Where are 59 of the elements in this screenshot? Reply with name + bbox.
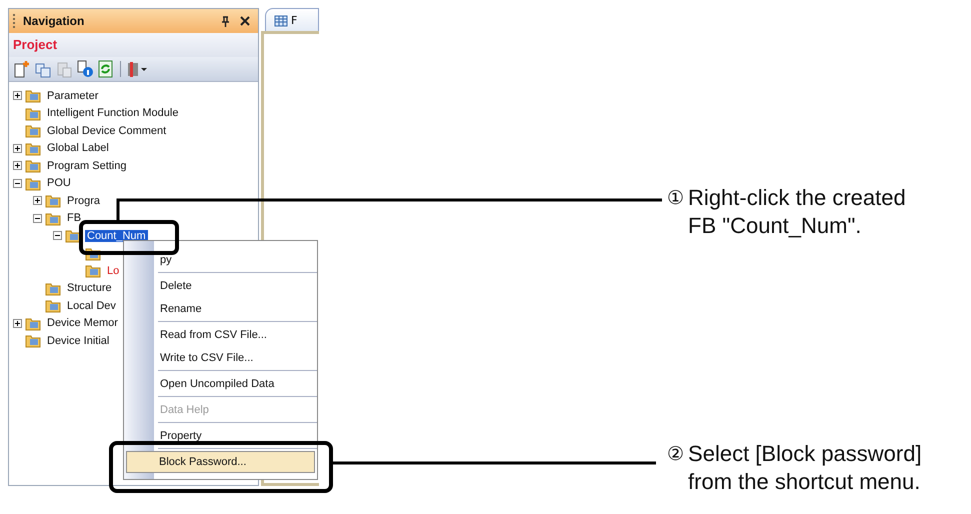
folder-icon: [45, 193, 61, 208]
tree-item[interactable]: Global Label: [45, 142, 111, 154]
section-title: Project: [9, 33, 258, 57]
menu-item[interactable]: Property: [158, 425, 317, 449]
document-tab[interactable]: F: [265, 8, 319, 31]
tree-item[interactable]: Progra: [65, 194, 102, 207]
table-icon: [274, 13, 288, 27]
tree-item[interactable]: Device Memor: [45, 317, 120, 330]
tree-item[interactable]: FB: [65, 212, 84, 224]
tree-item[interactable]: Local Dev: [65, 300, 118, 312]
folder-icon: [45, 298, 61, 314]
menu-item[interactable]: Write to CSV File...: [158, 347, 317, 371]
folder-icon: [25, 123, 41, 138]
folder-icon: [25, 176, 41, 191]
expand-icon[interactable]: [33, 196, 42, 206]
menu-item[interactable]: Block Password...: [126, 451, 315, 473]
expand-icon[interactable]: [13, 144, 22, 153]
menu-item[interactable]: Rename: [158, 298, 317, 322]
folder-icon: [85, 263, 101, 278]
close-icon[interactable]: [240, 16, 250, 26]
document-info-icon[interactable]: [76, 60, 94, 78]
folder-icon: [25, 316, 41, 331]
menu-item[interactable]: Open Uncompiled Data: [158, 373, 317, 397]
callout-text: Right-click the created FB "Count_Num".: [688, 184, 906, 240]
folder-icon: [25, 158, 41, 174]
tree-item[interactable]: Structure: [65, 282, 114, 294]
tree-item[interactable]: Program Setting: [45, 160, 128, 172]
collapse-icon[interactable]: [13, 178, 22, 188]
grip-icon: [13, 14, 17, 28]
tree-item[interactable]: Global Device Comment: [45, 124, 168, 137]
expand-icon[interactable]: [13, 161, 22, 170]
pin-icon[interactable]: [221, 16, 230, 26]
tree-item[interactable]: Intelligent Function Module: [45, 107, 180, 120]
refresh-icon[interactable]: [97, 60, 115, 78]
tools-dropdown-icon[interactable]: [126, 60, 148, 78]
folder-icon: [45, 280, 61, 296]
menu-item[interactable]: Delete: [158, 275, 317, 298]
folder-icon: [25, 140, 41, 156]
folder-icon: [25, 106, 41, 121]
expand-icon[interactable]: [13, 91, 22, 100]
callout-text: Select [Block password] from the shortcut menu.: [688, 440, 922, 496]
new-document-icon[interactable]: [13, 60, 31, 78]
expand-icon[interactable]: [13, 318, 22, 328]
tree-item[interactable]: Count_Num: [85, 230, 148, 242]
folder-icon: [25, 88, 41, 104]
folder-icon: [25, 333, 41, 348]
collapse-icon[interactable]: [53, 231, 62, 240]
menu-item[interactable]: Read from CSV File...: [158, 324, 317, 347]
panel-title: Navigation: [23, 14, 86, 28]
tree-item[interactable]: Lo: [105, 264, 122, 277]
step-number: ①: [667, 186, 684, 211]
tree-item[interactable]: Parameter: [45, 90, 100, 102]
collapse-icon[interactable]: [33, 214, 42, 223]
folder-icon: [65, 228, 81, 244]
tree-item[interactable]: Device Initial: [45, 334, 112, 347]
tree-item[interactable]: POU: [45, 177, 73, 190]
menu-item[interactable]: py: [158, 249, 317, 273]
step-number: ②: [667, 442, 684, 467]
folder-icon: [45, 210, 61, 226]
